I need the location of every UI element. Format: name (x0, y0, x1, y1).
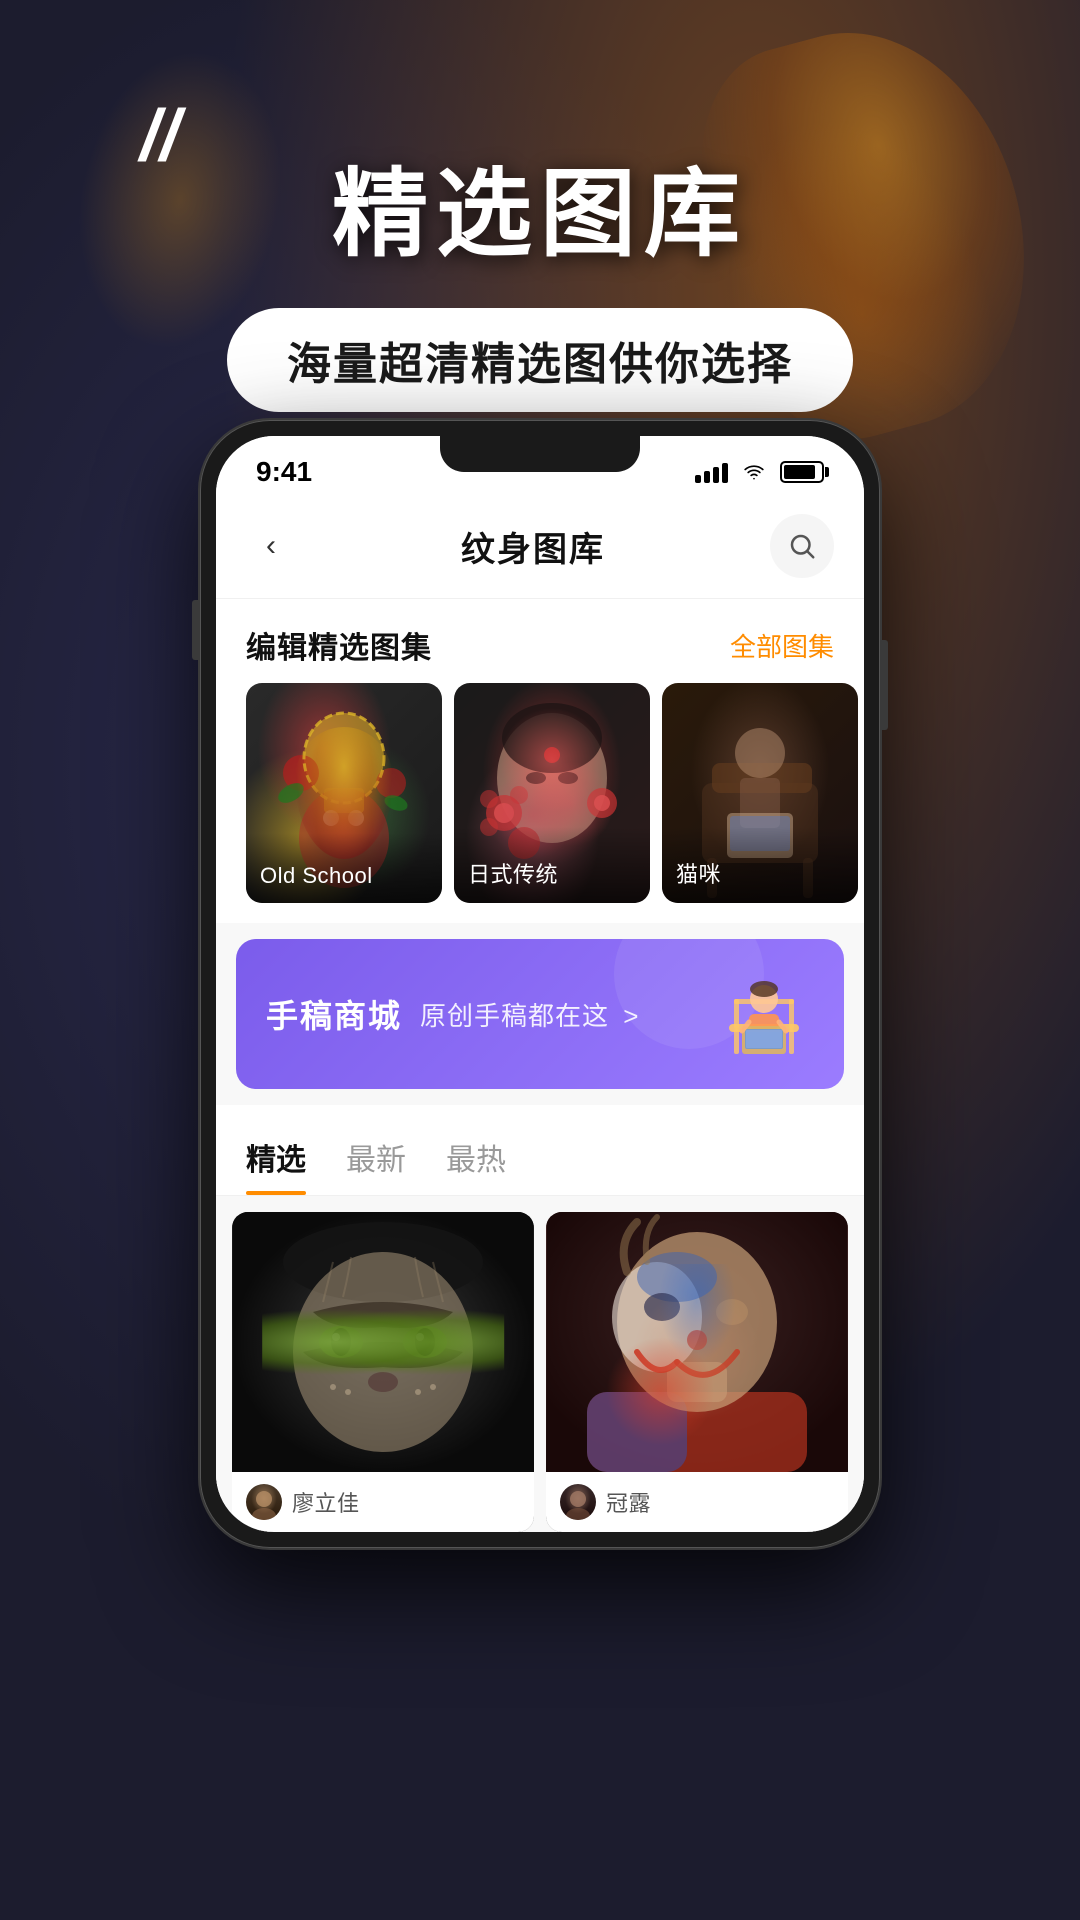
joker-image (546, 1212, 848, 1472)
editor-picks-title: 编辑精选图集 (246, 623, 432, 667)
cat-label: 猫咪 (662, 827, 858, 903)
promo-area: // 精选图库 海量超清精选图供你选择 (0, 100, 1080, 472)
banner-illustration (714, 969, 814, 1059)
banner-title: 手稿商城 (266, 991, 402, 1037)
search-icon (787, 531, 817, 561)
nav-bar: ‹ 纹身图库 (216, 498, 864, 599)
author-name-2: 冠露 (606, 1486, 651, 1518)
content-tabs: 精选 最新 最热 (216, 1105, 864, 1196)
tiger-image (232, 1212, 534, 1472)
tiger-card-footer: 廖立佳 (232, 1472, 534, 1532)
joker-card-footer: 冠露 (546, 1472, 848, 1532)
joker-artwork (546, 1212, 848, 1472)
signal-icon (695, 461, 728, 483)
editor-picks-header: 编辑精选图集 全部图集 (216, 599, 864, 683)
tab-featured[interactable]: 精选 (246, 1125, 306, 1195)
manuscript-banner[interactable]: 手稿商城 原创手稿都在这 > (236, 939, 844, 1089)
content-area: 编辑精选图集 全部图集 (216, 599, 864, 1532)
banner-subtitle: 原创手稿都在这 > (420, 996, 639, 1033)
promo-subtitle: 海量超清精选图供你选择 (287, 340, 793, 389)
author-avatar-1 (246, 1484, 282, 1520)
promo-subtitle-wrapper: 海量超清精选图供你选择 (227, 308, 853, 412)
phone-screen: 9:41 (216, 436, 864, 1532)
banner-arrow: > (623, 1001, 639, 1031)
back-button[interactable]: ‹ (246, 521, 296, 571)
image-grid: 廖立佳 (216, 1196, 864, 1532)
phone-mockup: 9:41 (200, 420, 880, 1548)
phone-frame: 9:41 (200, 420, 880, 1548)
tab-hottest[interactable]: 最热 (446, 1125, 506, 1195)
person-laptop-icon (714, 969, 814, 1059)
wifi-icon (740, 462, 768, 482)
gallery-scroll: Old School (216, 683, 864, 923)
tiger-artwork (232, 1212, 534, 1472)
japanese-label: 日式传统 (454, 827, 650, 903)
author-name-1: 廖立佳 (292, 1486, 360, 1518)
phone-notch (440, 436, 640, 472)
gallery-card-japanese[interactable]: 日式传统 (454, 683, 650, 903)
promo-title: 精选图库 (60, 162, 1020, 268)
tab-latest[interactable]: 最新 (346, 1125, 406, 1195)
gallery-card-cat[interactable]: 猫咪 (662, 683, 858, 903)
all-collections-link[interactable]: 全部图集 (730, 627, 834, 664)
status-time: 9:41 (256, 456, 312, 488)
gallery-card-old-school[interactable]: Old School (246, 683, 442, 903)
banner-text-area: 手稿商城 原创手稿都在这 > (266, 991, 639, 1037)
page-title: 纹身图库 (461, 522, 605, 571)
author-avatar-2 (560, 1484, 596, 1520)
old-school-label: Old School (246, 833, 442, 903)
grid-card-tiger[interactable]: 廖立佳 (232, 1212, 534, 1532)
grid-card-joker[interactable]: 冠露 (546, 1212, 848, 1532)
battery-fill (784, 465, 815, 479)
battery-icon (780, 461, 824, 483)
search-button[interactable] (770, 514, 834, 578)
status-icons (695, 461, 824, 483)
